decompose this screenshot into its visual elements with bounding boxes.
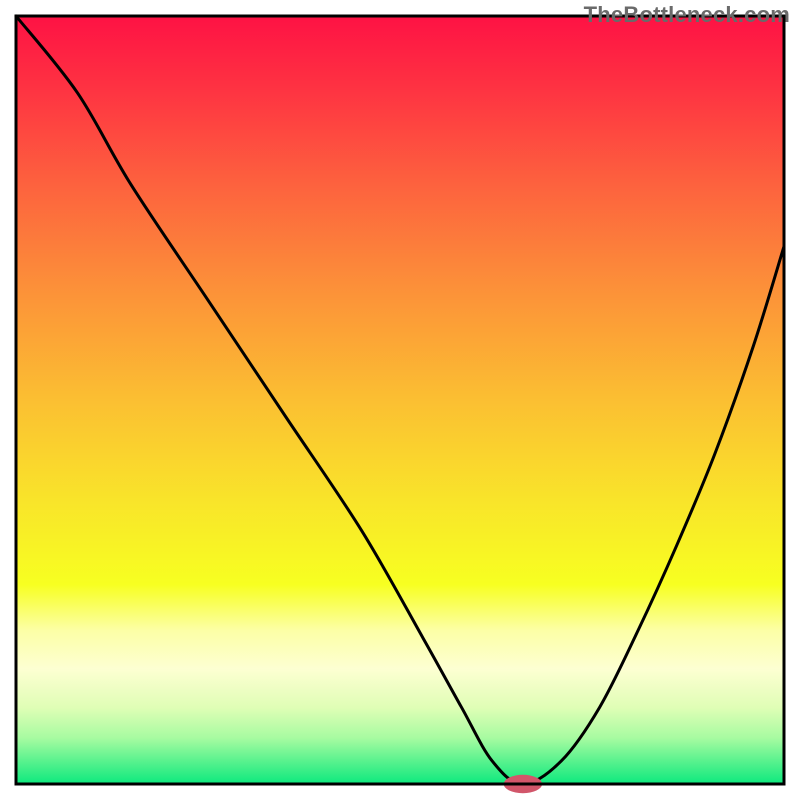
plot-background bbox=[16, 16, 784, 784]
bottleneck-chart bbox=[0, 0, 800, 800]
chart-container: TheBottleneck.com bbox=[0, 0, 800, 800]
